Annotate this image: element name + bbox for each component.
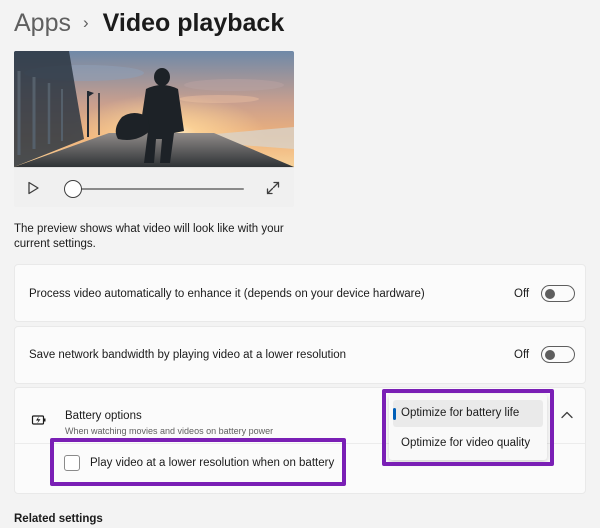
setting-label-save-bandwidth: Save network bandwidth by playing video … [29, 349, 347, 361]
breadcrumb: Apps › Video playback [14, 6, 284, 40]
page-title: Video playback [102, 8, 285, 37]
battery-options-subtitle: When watching movies and videos on batte… [65, 426, 274, 436]
option-video-quality[interactable]: Optimize for video quality [393, 430, 543, 457]
battery-options-title: Battery options [65, 410, 142, 422]
toggle-state-enhance-video: Off [514, 288, 530, 300]
battery-options-dropdown[interactable]: Optimize for battery life Optimize for v… [389, 394, 547, 460]
video-preview [14, 51, 294, 207]
seek-slider-track[interactable] [70, 188, 244, 190]
option-video-quality-label: Optimize for video quality [401, 437, 531, 449]
setting-card-save-bandwidth: Save network bandwidth by playing video … [14, 326, 586, 384]
seek-slider-thumb[interactable] [64, 180, 82, 198]
fullscreen-icon[interactable] [266, 181, 280, 195]
video-controls-bar [14, 167, 294, 207]
video-preview-frame [14, 51, 294, 167]
setting-card-enhance-video: Process video automatically to enhance i… [14, 264, 586, 322]
lower-resolution-checkbox-row: Play video at a lower resolution when on… [56, 446, 334, 480]
toggle-save-bandwidth[interactable] [541, 346, 575, 363]
option-battery-life[interactable]: Optimize for battery life [393, 400, 543, 427]
selection-indicator [393, 408, 396, 420]
related-settings-heading: Related settings [14, 513, 103, 525]
toggle-state-save-bandwidth: Off [514, 349, 530, 361]
breadcrumb-separator: › [82, 13, 89, 32]
setting-label-enhance-video: Process video automatically to enhance i… [29, 288, 425, 300]
chevron-up-icon[interactable] [560, 410, 574, 420]
toggle-knob [545, 288, 555, 299]
lower-resolution-checkbox-label[interactable]: Play video at a lower resolution when on… [90, 457, 334, 469]
toggle-enhance-video[interactable] [541, 285, 575, 302]
battery-saver-icon [31, 415, 46, 425]
preview-caption: The preview shows what video will look l… [14, 223, 284, 250]
breadcrumb-apps-link[interactable]: Apps [14, 9, 71, 38]
lower-resolution-checkbox[interactable] [64, 455, 80, 471]
play-icon[interactable] [26, 181, 40, 195]
option-battery-life-label: Optimize for battery life [401, 407, 520, 419]
toggle-knob [545, 349, 555, 360]
